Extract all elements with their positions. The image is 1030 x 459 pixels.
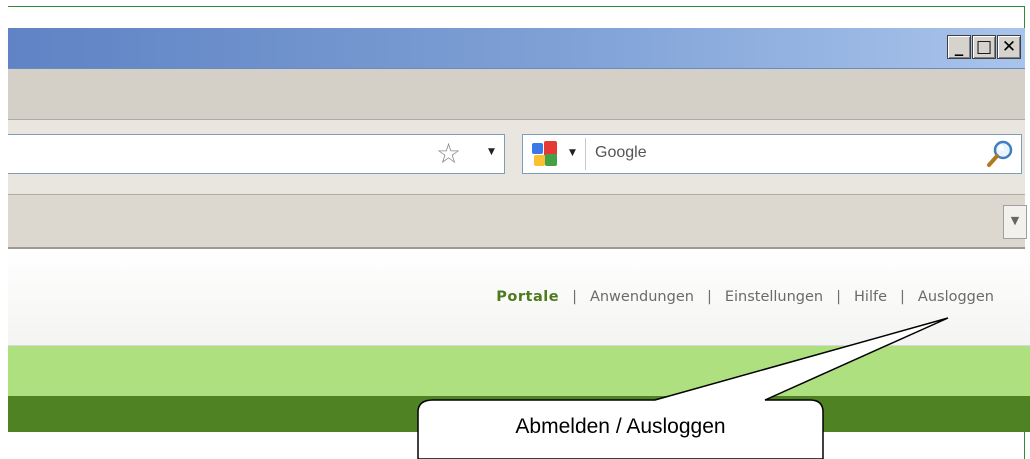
address-dropdown-icon[interactable]: ▼ — [488, 147, 495, 157]
navigation-toolbar: ☆ ▼ ▼ Google — [8, 120, 1025, 195]
magnifier-icon[interactable] — [985, 139, 1015, 169]
address-bar[interactable]: ☆ ▼ — [8, 134, 505, 174]
nav-link-hilfe[interactable]: Hilfe — [854, 289, 887, 305]
title-bar: _ □ ✕ — [8, 28, 1025, 69]
window-controls: _ □ ✕ — [947, 35, 1021, 59]
light-green-band — [8, 346, 1030, 396]
star-icon[interactable]: ☆ — [436, 139, 461, 169]
top-navigation: Portale | Anwendungen | Einstellungen | … — [496, 289, 994, 305]
nav-separator: | — [706, 289, 712, 305]
nav-link-portale[interactable]: Portale — [496, 289, 559, 305]
nav-separator: | — [900, 289, 905, 305]
nav-link-anwendungen[interactable]: Anwendungen — [590, 289, 694, 305]
browser-window: _ □ ✕ ☆ ▼ ▼ Google ▼ Portale | Anwendung… — [0, 0, 1030, 459]
minimize-button[interactable]: _ — [947, 35, 971, 59]
google-icon — [532, 141, 557, 166]
page-header: Portale | Anwendungen | Einstellungen | … — [8, 249, 1030, 346]
nav-separator: | — [572, 289, 577, 305]
tab-bar: ▼ — [8, 195, 1027, 249]
callout-text: Abmelden / Ausloggen — [515, 415, 726, 438]
search-box[interactable]: ▼ Google — [522, 134, 1022, 174]
maximize-button[interactable]: □ — [972, 35, 996, 59]
search-engine-selector[interactable]: ▼ — [525, 138, 586, 170]
engine-dropdown-icon: ▼ — [569, 148, 576, 158]
close-button[interactable]: ✕ — [997, 35, 1021, 59]
nav-separator: | — [836, 289, 842, 305]
nav-link-ausloggen[interactable]: Ausloggen — [918, 289, 994, 305]
search-input[interactable]: Google — [595, 144, 647, 162]
menu-bar — [8, 69, 1025, 120]
tab-list-dropdown-icon[interactable]: ▼ — [1003, 205, 1027, 239]
nav-link-einstellungen[interactable]: Einstellungen — [725, 289, 823, 305]
